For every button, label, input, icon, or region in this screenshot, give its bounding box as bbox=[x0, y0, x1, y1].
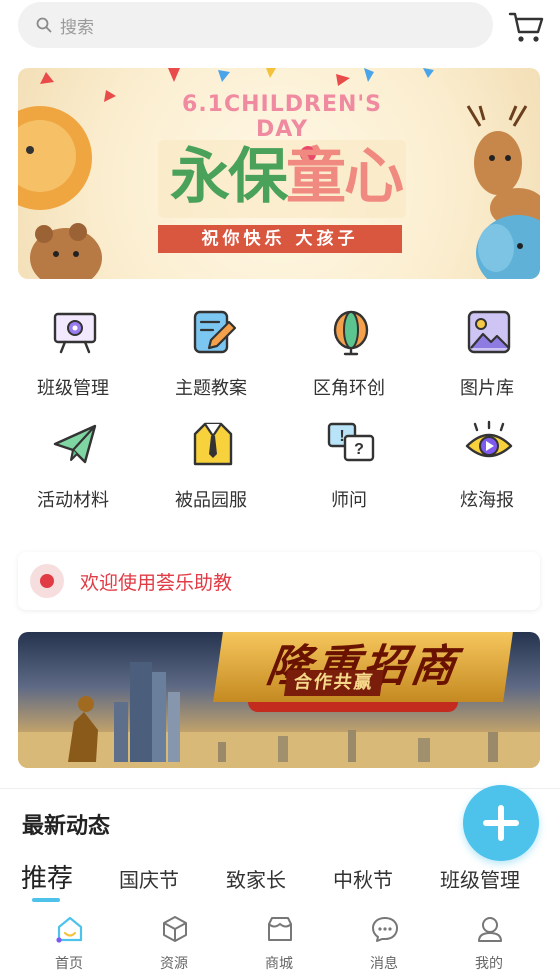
ad-subtitle: 合作共赢 bbox=[283, 670, 384, 696]
bottom-nav: 首页 资源 商城 消息 我的 bbox=[0, 906, 560, 979]
nav-label: 资源 bbox=[160, 956, 188, 972]
grid-item-label: 班级管理 bbox=[37, 378, 109, 399]
svg-text:?: ? bbox=[354, 441, 364, 458]
welcome-notice[interactable]: 欢迎使用荟乐助教 bbox=[18, 552, 540, 610]
grid-item-label: 被品园服 bbox=[175, 490, 247, 511]
nav-label: 首页 bbox=[55, 956, 83, 972]
investment-ad-banner[interactable]: 隆重招商 合作共赢 bbox=[18, 632, 540, 768]
nav-item-store[interactable]: 商城 bbox=[227, 906, 331, 979]
store-icon bbox=[268, 917, 292, 941]
top-bar: 搜索 bbox=[0, 0, 560, 56]
grid-item-label: 炫海报 bbox=[460, 490, 514, 511]
edit-document-icon bbox=[193, 310, 237, 354]
nav-label: 消息 bbox=[370, 956, 398, 972]
grid-item-lesson-plans[interactable]: 主题教案 bbox=[141, 300, 281, 410]
section-divider bbox=[0, 788, 560, 789]
grid-item-label: 区角环创 bbox=[313, 378, 385, 399]
tab-national-day[interactable]: 国庆节 bbox=[119, 864, 179, 893]
add-button[interactable] bbox=[463, 785, 539, 861]
search-placeholder: 搜索 bbox=[60, 17, 94, 38]
ad-ribbon bbox=[248, 702, 458, 712]
notice-dot-icon bbox=[30, 564, 64, 598]
grid-item-cool-poster[interactable]: 炫海报 bbox=[417, 412, 557, 522]
home-icon bbox=[56, 916, 83, 943]
banner-title-part1: 永保 bbox=[170, 142, 288, 212]
paper-plane-icon bbox=[53, 424, 97, 464]
grid-item-corner-environment[interactable]: 区角环创 bbox=[279, 300, 419, 410]
tab-recommended[interactable]: 推荐 bbox=[21, 858, 73, 895]
grid-item-label: 师问 bbox=[331, 490, 367, 511]
grid-item-bedding-uniforms[interactable]: 被品园服 bbox=[141, 412, 281, 522]
nav-label: 商城 bbox=[265, 956, 293, 972]
banner-title-part2: 童心 bbox=[286, 142, 404, 212]
search-input[interactable]: 搜索 bbox=[18, 2, 493, 48]
tab-to-parents[interactable]: 致家长 bbox=[226, 864, 286, 893]
message-icon bbox=[372, 917, 398, 942]
childrens-day-banner[interactable]: 6.1CHILDREN'S DAY 永保童心 祝你快乐 大孩子 bbox=[18, 68, 540, 279]
search-icon bbox=[36, 17, 52, 33]
nav-item-me[interactable]: 我的 bbox=[437, 906, 541, 979]
grid-item-class-management[interactable]: 班级管理 bbox=[3, 300, 143, 410]
nav-item-messages[interactable]: 消息 bbox=[332, 906, 436, 979]
banner-ribbon: 祝你快乐 大孩子 bbox=[158, 225, 402, 253]
notice-text: 欢迎使用荟乐助教 bbox=[80, 571, 233, 594]
grid-item-activity-materials[interactable]: 活动材料 bbox=[3, 412, 143, 522]
tab-mid-autumn[interactable]: 中秋节 bbox=[333, 864, 393, 893]
cart-icon[interactable] bbox=[506, 6, 546, 46]
lantern-icon bbox=[333, 310, 369, 356]
cube-icon bbox=[163, 916, 187, 942]
grid-item-label: 主题教案 bbox=[175, 378, 247, 399]
feed-title: 最新动态 bbox=[22, 814, 111, 839]
feed-tabs: 推荐 国庆节 致家长 中秋节 班级管理 bbox=[0, 856, 560, 902]
question-chat-icon: ! ? bbox=[327, 422, 375, 462]
nav-label: 我的 bbox=[475, 956, 503, 972]
tab-class-management[interactable]: 班级管理 bbox=[440, 864, 520, 893]
grid-item-label: 图片库 bbox=[460, 378, 514, 399]
active-tab-indicator bbox=[32, 898, 60, 902]
grid-item-teacher-qa[interactable]: ! ? 师问 bbox=[279, 412, 419, 522]
banner-title: 永保童心 bbox=[156, 128, 416, 215]
image-icon bbox=[467, 310, 511, 354]
uniform-icon bbox=[193, 422, 233, 466]
user-icon bbox=[478, 917, 502, 942]
nav-item-resources[interactable]: 资源 bbox=[122, 906, 226, 979]
presentation-board-icon bbox=[53, 312, 97, 354]
eye-play-icon bbox=[465, 420, 513, 458]
ad-title: 隆重招商 合作共赢 bbox=[213, 632, 513, 702]
nav-item-home[interactable]: 首页 bbox=[17, 906, 121, 979]
grid-item-label: 活动材料 bbox=[37, 490, 109, 511]
grid-item-image-library[interactable]: 图片库 bbox=[417, 300, 557, 410]
